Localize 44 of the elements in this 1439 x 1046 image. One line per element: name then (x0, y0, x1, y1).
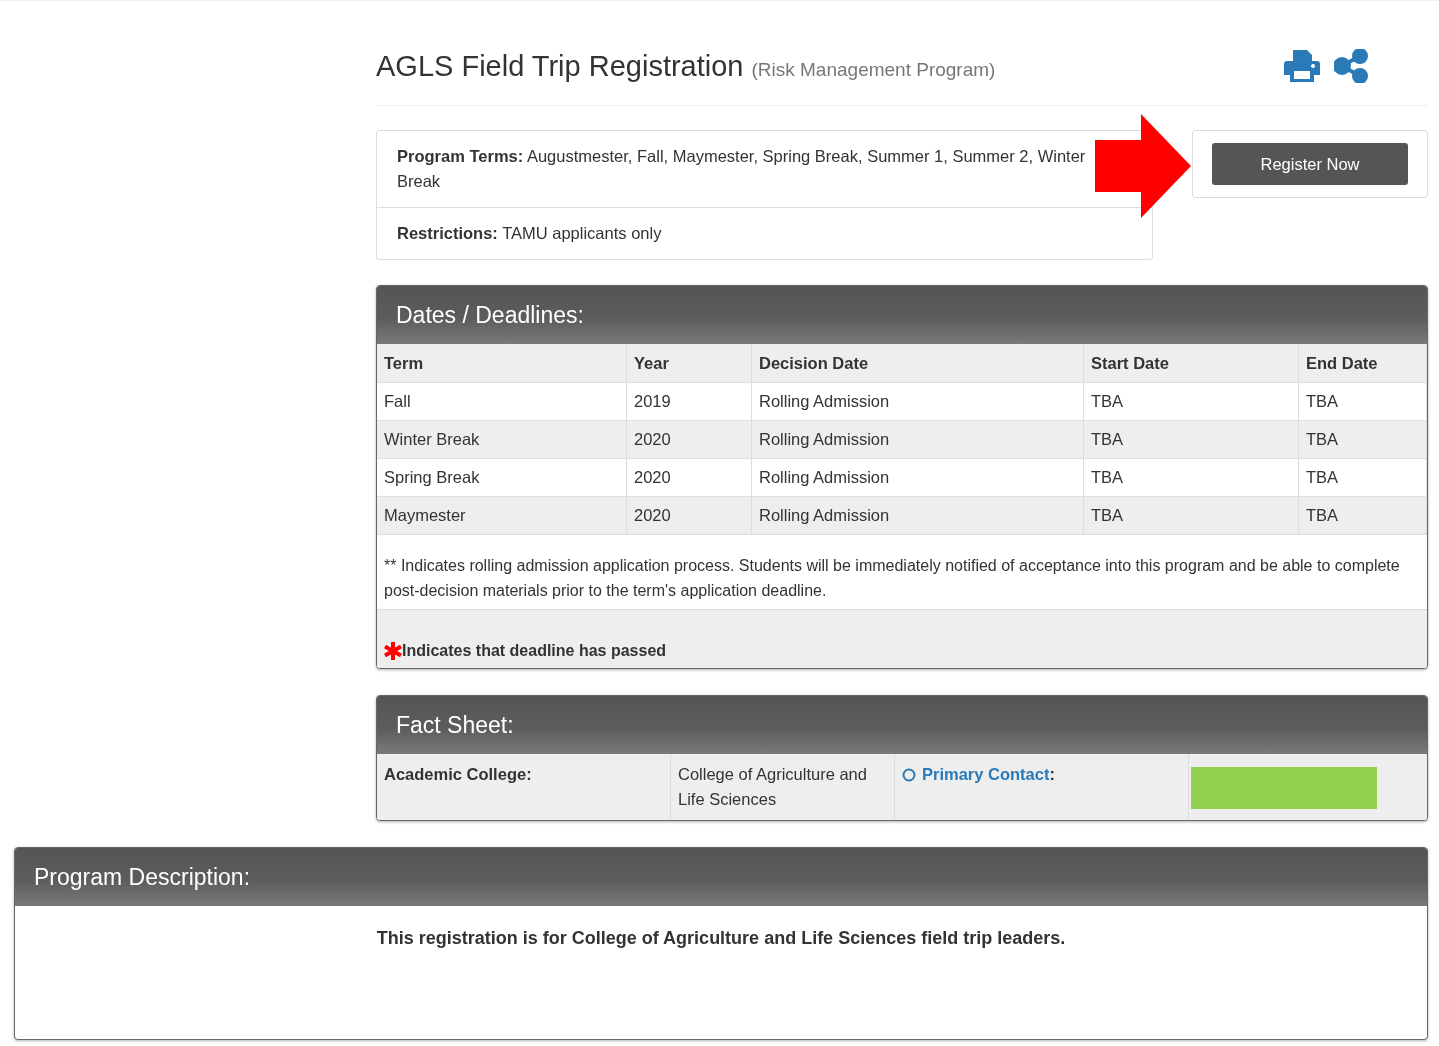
field-value: College of Agriculture and Life Sciences (678, 764, 868, 810)
circle-icon (902, 768, 916, 782)
column-header: End Date (1298, 344, 1427, 383)
column-header: Decision Date (751, 344, 1084, 383)
table-cell: Maymester (384, 506, 466, 524)
table-cell: TBA (1306, 506, 1339, 524)
info-text: Program Terms: Augustmester, Fall, Maymester, Spring Break, Summer 1, Summer 2, Winter Break (396, 146, 1087, 192)
table-cell: TBA (1091, 430, 1124, 448)
table-cell: Rolling Admission (759, 392, 890, 410)
table-cell: Rolling Admission (759, 468, 890, 486)
column-header: Year (626, 344, 752, 383)
table-cell: 2020 (634, 430, 671, 448)
table-cell: 2020 (634, 506, 671, 524)
table-cell: TBA (1091, 392, 1124, 410)
table-cell: Rolling Admission (759, 430, 890, 448)
contact-link[interactable]: Primary Contact (922, 762, 1050, 787)
page-title: AGLS Field Trip Registration (Risk Management Program) (376, 49, 996, 83)
column-header: Term (377, 344, 627, 383)
table-cell: 2020 (634, 468, 671, 486)
colon-text: : (1049, 764, 1055, 785)
panel-title: Fact Sheet: (377, 696, 1427, 754)
field-label: Academic College: (384, 764, 532, 785)
table-cell: Winter Break (384, 430, 480, 448)
column-header: Start Date (1083, 344, 1299, 383)
table-cell: Fall (384, 392, 411, 410)
table-cell: TBA (1091, 506, 1124, 524)
share-icon[interactable] (1334, 49, 1368, 83)
table-cell: 2019 (634, 392, 671, 410)
table-cell: TBA (1306, 430, 1339, 448)
arrow-icon (1095, 114, 1192, 218)
note-text: ** Indicates rolling admission application process. Students will be immediately notified of acceptance into this program and be able to complete post-decision materials prior to the term's application deadline. (377, 534, 1427, 610)
table-cell: Rolling Admission (759, 506, 890, 524)
table-cell: TBA (1306, 392, 1339, 410)
description-text: This registration is for College of Agriculture and Life Sciences field trip leaders. (375, 927, 1067, 950)
panel-title: Dates / Deadlines: (377, 286, 1427, 344)
info-text: Restrictions: TAMU applicants only (377, 207, 1153, 259)
legend-text: Indicates that deadline has passed (402, 642, 667, 660)
panel-title: Program Description: (15, 848, 1427, 906)
table-cell: TBA (1306, 468, 1339, 486)
table-cell: Spring Break (384, 468, 480, 486)
print-icon[interactable] (1284, 49, 1320, 83)
asterisk-icon (384, 642, 402, 660)
table-cell: TBA (1091, 468, 1124, 486)
register-button[interactable]: Register Now (1212, 143, 1408, 185)
